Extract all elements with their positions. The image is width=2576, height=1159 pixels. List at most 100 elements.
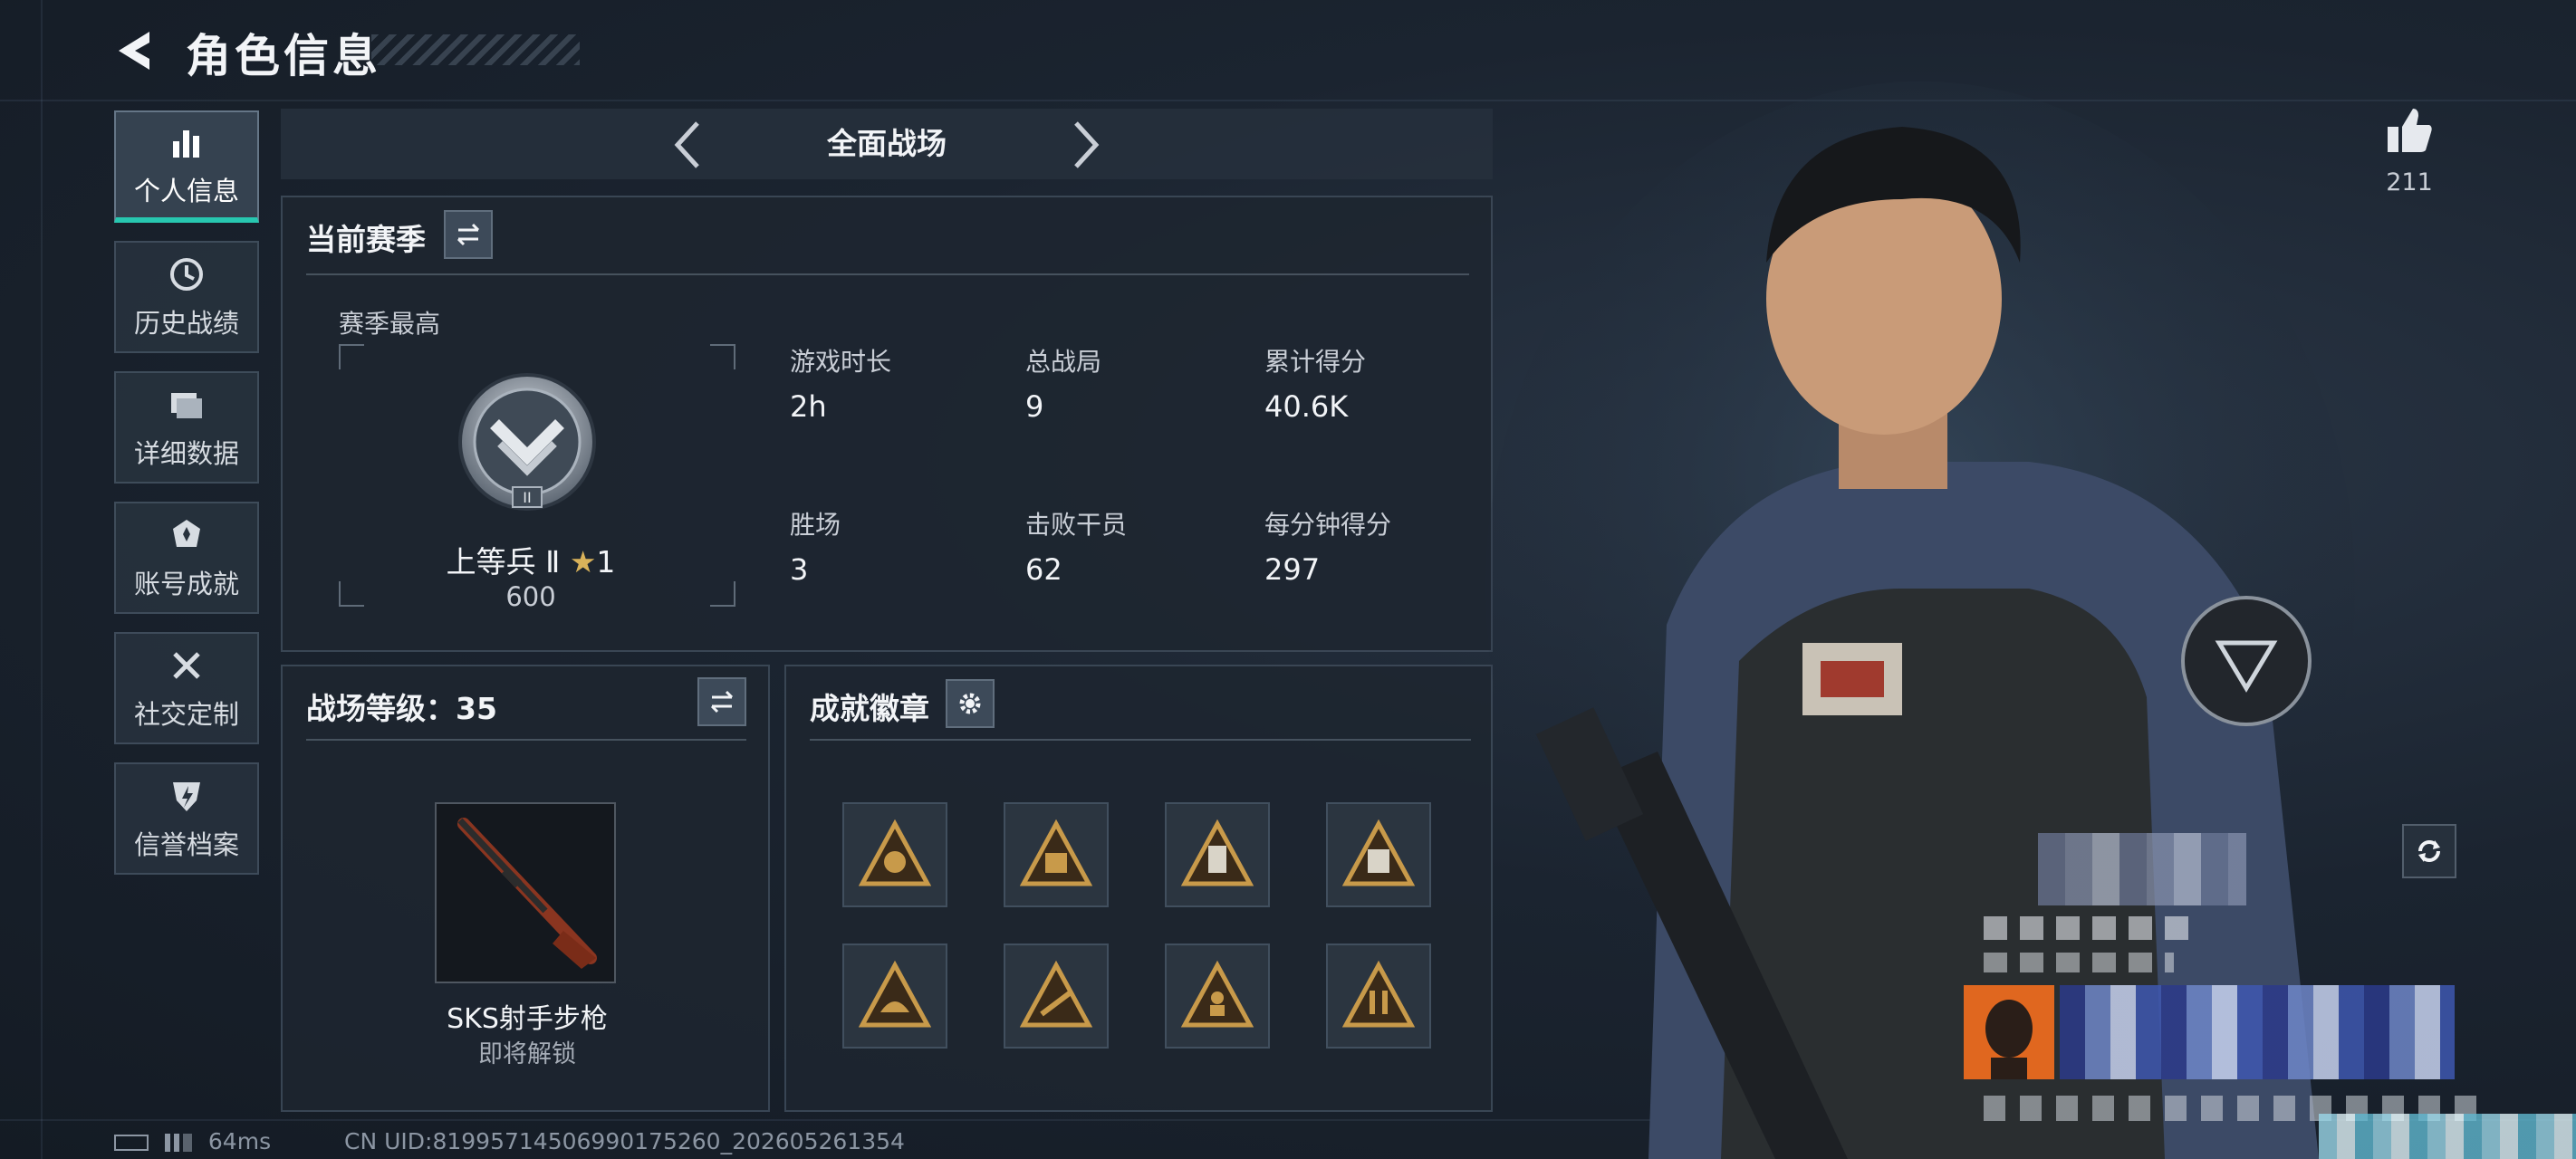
rank-line: 上等兵 Ⅱ ★1 bbox=[431, 538, 630, 581]
stat-value-kills: 62 bbox=[1025, 552, 1062, 587]
stat-label-playtime: 游戏时长 bbox=[790, 347, 892, 377]
achievement-badge[interactable] bbox=[1165, 943, 1270, 1049]
weapon-reward-card[interactable] bbox=[435, 802, 616, 983]
rank-stars: 1 bbox=[596, 544, 616, 580]
divider bbox=[810, 739, 1471, 741]
weapon-name: SKS射手步枪 bbox=[447, 1003, 608, 1035]
star-icon: ★ bbox=[569, 544, 597, 580]
badge-6-icon bbox=[1020, 960, 1092, 1028]
gear-icon bbox=[959, 693, 981, 714]
achievement-badge[interactable] bbox=[1326, 943, 1431, 1049]
season-best-label: 赛季最高 bbox=[339, 309, 441, 339]
achievements-title: 成就徽章 bbox=[810, 691, 929, 726]
stat-label-total-score: 累计得分 bbox=[1264, 347, 1367, 377]
frame-corner bbox=[339, 581, 364, 607]
weapon-status: 即将解锁 bbox=[478, 1040, 576, 1068]
rank-points: 600 bbox=[505, 581, 556, 612]
back-arrow-icon bbox=[119, 32, 149, 70]
refresh-button[interactable] bbox=[2402, 824, 2456, 878]
season-switch-button[interactable] bbox=[444, 210, 493, 259]
player-avatar[interactable] bbox=[1964, 985, 2054, 1079]
signal-icon bbox=[164, 1134, 192, 1152]
achievement-badge[interactable] bbox=[842, 802, 947, 907]
divider bbox=[306, 273, 1469, 275]
page-title: 角色信息 bbox=[186, 30, 381, 82]
badge-settings-button[interactable] bbox=[946, 679, 995, 728]
badge-1-icon bbox=[859, 819, 931, 886]
divider bbox=[306, 739, 746, 741]
season-title: 当前赛季 bbox=[306, 222, 426, 257]
avatar-portrait-icon bbox=[1985, 1000, 2033, 1079]
achievement-icon bbox=[173, 520, 200, 547]
censored-text bbox=[1984, 953, 2174, 972]
censored-text bbox=[1984, 916, 2201, 940]
stat-value-score-per-min: 297 bbox=[1264, 552, 1321, 587]
network-status: 64ms bbox=[114, 1128, 271, 1154]
stat-value-total-score: 40.6K bbox=[1264, 389, 1349, 424]
ping-value: 64ms bbox=[207, 1128, 272, 1154]
chevron-left-icon bbox=[674, 121, 699, 168]
frame-corner bbox=[710, 581, 735, 607]
sidebar-item-personal-info[interactable]: 个人信息 bbox=[114, 110, 259, 223]
achievement-badges-panel: 成就徽章 bbox=[784, 665, 1493, 1112]
battery-icon bbox=[114, 1135, 149, 1151]
rank-emblem-icon: II bbox=[458, 373, 596, 511]
history-icon bbox=[170, 258, 203, 291]
achievement-badge[interactable] bbox=[1165, 802, 1270, 907]
stat-value-matches: 9 bbox=[1025, 389, 1044, 424]
tools-icon bbox=[173, 652, 200, 679]
mode-prev-button[interactable] bbox=[661, 118, 716, 172]
sidebar-item-social[interactable]: 社交定制 bbox=[114, 632, 259, 744]
bar-chart-icon bbox=[173, 130, 199, 158]
swap-icon bbox=[710, 690, 734, 714]
badge-8-icon bbox=[1342, 960, 1415, 1028]
shield-icon bbox=[173, 782, 200, 811]
battlefield-level-title: 战场等级：35 bbox=[306, 691, 497, 726]
mode-next-button[interactable] bbox=[1058, 118, 1112, 172]
battlefield-level-panel: 战场等级：35 SKS射手步枪 即将解锁 bbox=[281, 665, 770, 1112]
achievement-badge[interactable] bbox=[1326, 802, 1431, 907]
sidebar-item-reputation[interactable]: 信誉档案 bbox=[114, 762, 259, 875]
stat-value-wins: 3 bbox=[790, 552, 809, 587]
level-switch-button[interactable] bbox=[697, 677, 746, 726]
refresh-icon bbox=[2418, 840, 2440, 862]
frame-corner bbox=[339, 344, 364, 369]
stat-label-wins: 胜场 bbox=[790, 510, 841, 540]
badge-7-icon bbox=[1181, 960, 1254, 1028]
achievement-badge[interactable] bbox=[842, 943, 947, 1049]
achievement-badge[interactable] bbox=[1004, 943, 1109, 1049]
sidebar-item-detail-data[interactable]: 详细数据 bbox=[114, 371, 259, 484]
player-banner bbox=[2060, 985, 2455, 1079]
badge-4-icon bbox=[1342, 819, 1415, 886]
player-uid: CN UID:81995714506990175260_202605261354 bbox=[344, 1128, 905, 1154]
swap-icon bbox=[457, 223, 480, 246]
censored-block bbox=[2319, 1114, 2576, 1159]
sidebar-item-label: 账号成就 bbox=[133, 569, 239, 599]
sidebar-item-history[interactable]: 历史战绩 bbox=[114, 241, 259, 353]
badge-2-icon bbox=[1020, 819, 1092, 886]
stat-label-matches: 总战局 bbox=[1025, 347, 1102, 377]
stat-label-kills: 击败干员 bbox=[1025, 510, 1128, 540]
season-panel: 当前赛季 赛季最高 II 上等兵 Ⅱ ★1 600 游戏时长 2h 总战局 9 … bbox=[281, 196, 1493, 652]
sidebar-item-label: 详细数据 bbox=[133, 438, 239, 469]
frame-corner bbox=[710, 344, 735, 369]
title-decoration bbox=[371, 34, 580, 65]
sidebar-item-achievements[interactable]: 账号成就 bbox=[114, 502, 259, 614]
chevron-right-icon bbox=[1074, 121, 1100, 168]
badge-3-icon bbox=[1181, 819, 1254, 886]
thumbs-up-icon[interactable] bbox=[2384, 105, 2435, 156]
badge-5-icon bbox=[859, 960, 931, 1028]
sidebar-item-label: 社交定制 bbox=[133, 699, 239, 730]
sidebar-item-label: 历史战绩 bbox=[133, 308, 239, 339]
rank-name: 上等兵 Ⅱ bbox=[446, 544, 561, 580]
achievement-badge[interactable] bbox=[1004, 802, 1109, 907]
back-button[interactable] bbox=[109, 24, 163, 78]
stat-value-playtime: 2h bbox=[790, 389, 827, 424]
rifle-icon bbox=[457, 818, 597, 969]
sidebar-item-label: 信誉档案 bbox=[133, 829, 239, 860]
stat-label-score-per-min: 每分钟得分 bbox=[1264, 510, 1392, 540]
svg-text:II: II bbox=[523, 489, 531, 506]
mode-title: 全面战场 bbox=[827, 126, 947, 161]
grid-line bbox=[41, 0, 43, 1159]
mode-selector: 全面战场 bbox=[281, 109, 1493, 179]
